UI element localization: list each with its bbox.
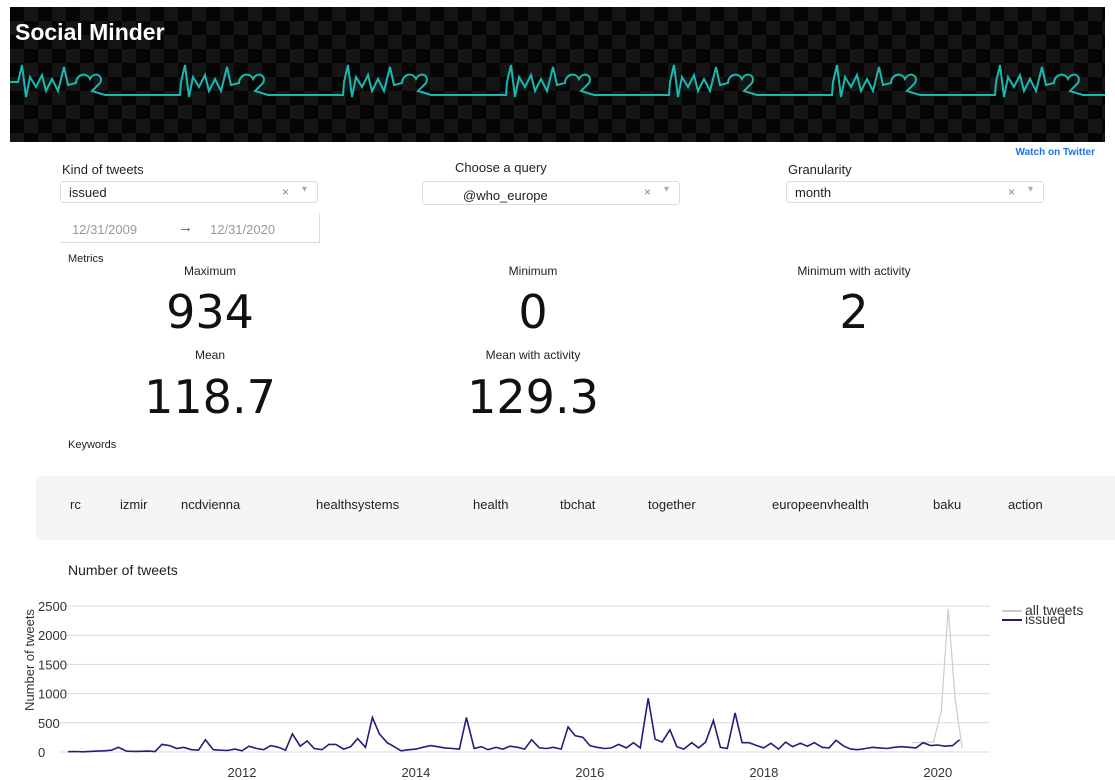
min-with-activity-label: Minimum with activity [797, 264, 911, 278]
granularity-value: month [795, 185, 832, 200]
keyword-chip[interactable]: health [473, 497, 508, 512]
y-tick-label: 1000 [38, 687, 67, 702]
x-tick-label: 2018 [749, 765, 778, 780]
keyword-chip[interactable]: tbchat [560, 497, 595, 512]
maximum-value: 934 [166, 285, 254, 339]
maximum-label: Maximum [183, 264, 236, 278]
x-tick-label: 2016 [575, 765, 604, 780]
chevron-down-icon[interactable]: ▾ [664, 184, 669, 195]
query-value: @who_europe [463, 188, 548, 203]
end-date-input[interactable]: 12/31/2020 [210, 222, 275, 237]
kind-of-tweets-select[interactable]: issued × ▾ [60, 181, 318, 203]
query-select[interactable]: @who_europe × ▾ [422, 181, 680, 205]
tweets-line-chart: 2012 2014 2016 2018 2020 0 500 1000 1500 2000 250… [22, 599, 1083, 780]
arrow-right-icon: → [178, 219, 193, 236]
x-tick-label: 2020 [923, 765, 952, 780]
y-tick-label: 500 [38, 716, 60, 731]
keyword-chip[interactable]: action [1008, 497, 1043, 512]
keyword-chip[interactable]: rc [70, 497, 81, 512]
keyword-chip[interactable]: together [648, 497, 696, 512]
x-tick-label: 2012 [228, 765, 257, 780]
legend-label: issued [1025, 611, 1065, 627]
series-line-issued [67, 698, 961, 753]
keywords-bar: rc izmir ncdvienna healthsystems health … [36, 476, 1115, 540]
series-line-all-tweets [911, 608, 963, 749]
y-axis-label: Number of tweets [22, 609, 37, 711]
chart-title: Number of tweets [68, 562, 178, 578]
kind-of-tweets-value: issued [69, 185, 107, 200]
chevron-down-icon[interactable]: ▾ [302, 184, 307, 195]
clear-icon[interactable]: × [644, 185, 651, 199]
y-tick-label: 2000 [38, 628, 67, 643]
mean-label: Mean [194, 348, 226, 362]
minimum-label: Minimum [508, 264, 558, 278]
chevron-down-icon[interactable]: ▾ [1028, 184, 1033, 195]
kind-of-tweets-label: Kind of tweets [62, 162, 144, 177]
heartbeat-line-icon [10, 64, 1105, 98]
y-tick-label: 2500 [38, 599, 67, 614]
mean-with-activity-label: Mean with activity [485, 348, 581, 362]
keyword-chip[interactable]: ncdvienna [181, 497, 240, 512]
keyword-chip[interactable]: baku [933, 497, 961, 512]
mean-value: 118.7 [144, 370, 276, 424]
metrics-section-label: Metrics [68, 253, 104, 265]
mean-with-activity-value: 129.3 [467, 370, 599, 424]
keywords-section-label: Keywords [68, 439, 117, 451]
start-date-input[interactable]: 12/31/2009 [72, 222, 137, 237]
clear-icon[interactable]: × [1008, 185, 1015, 199]
minimum-value: 0 [518, 285, 548, 339]
y-tick-label: 1500 [38, 657, 67, 672]
keyword-chip[interactable]: healthsystems [316, 497, 399, 512]
date-range-picker[interactable]: 12/31/2009 → 12/31/2020 [60, 213, 320, 243]
watch-on-twitter-link[interactable]: Watch on Twitter [1016, 147, 1095, 158]
header-banner: Social Minder [10, 7, 1105, 142]
keyword-chip[interactable]: europeenvhealth [772, 497, 869, 512]
y-tick-label: 0 [38, 745, 45, 760]
x-tick-label: 2014 [401, 765, 430, 780]
granularity-select[interactable]: month × ▾ [786, 181, 1044, 203]
keyword-chip[interactable]: izmir [120, 497, 147, 512]
app-title: Social Minder [15, 19, 165, 45]
granularity-label: Granularity [788, 162, 852, 177]
choose-query-label: Choose a query [455, 160, 547, 175]
clear-icon[interactable]: × [282, 185, 289, 199]
min-with-activity-value: 2 [839, 285, 869, 339]
